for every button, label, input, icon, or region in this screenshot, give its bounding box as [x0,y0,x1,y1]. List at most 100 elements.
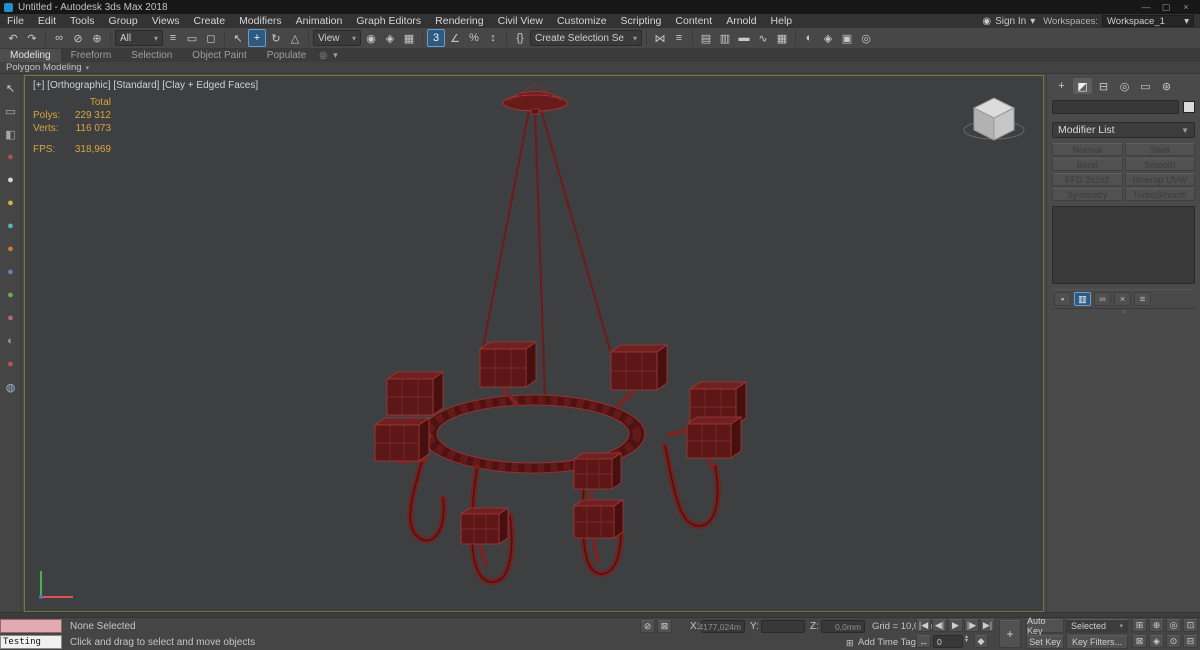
tab-modeling[interactable]: Modeling [0,49,61,62]
pin-stack-icon[interactable]: ▪ [1054,292,1071,306]
go-to-end-button[interactable]: ▶| [980,619,995,632]
y-coordinate-field[interactable] [761,620,805,633]
select-by-name-icon[interactable]: ≡ [164,29,182,47]
key-mode-dropdown[interactable]: Selected ▾ [1066,619,1128,633]
isolate-selection-icon[interactable]: ⊘ [640,620,655,633]
zoom-icon[interactable]: ⊞ [1132,619,1147,632]
selection-lock-icon[interactable]: ⊠ [657,620,672,633]
set-key-button[interactable]: Set Key [1026,635,1064,649]
remove-modifier-icon[interactable]: × [1114,292,1131,306]
menu-views[interactable]: Views [145,14,187,28]
sign-in-button[interactable]: ◉ Sign In ▾ [974,16,1043,27]
tab-selection[interactable]: Selection [121,49,182,62]
pan-icon[interactable]: ⊠ [1132,635,1147,648]
x-coordinate-field[interactable]: 4177,024m [698,620,745,633]
menu-edit[interactable]: Edit [31,14,63,28]
object-color-swatch[interactable] [1183,101,1195,113]
select-and-move-icon[interactable]: + [248,29,266,47]
menu-arnold[interactable]: Arnold [719,14,763,28]
left-tool-3-icon[interactable]: ● [3,149,19,165]
show-end-result-icon[interactable]: ▥ [1074,292,1091,306]
maxscript-macro-recorder-field[interactable] [0,619,62,633]
zoom-extents-icon[interactable]: ◎ [1166,619,1181,632]
modifier-button-turbosmooth[interactable]: TurboSmooth [1124,188,1195,201]
frame-spin-down-icon[interactable]: ▾ [965,638,968,644]
auto-key-button[interactable]: Auto Key [1026,616,1064,636]
menu-animation[interactable]: Animation [289,14,350,28]
rendered-frame-window-icon[interactable]: ▣ [838,29,856,47]
left-tool-11-icon[interactable]: ◐ [3,333,19,349]
field-of-view-icon[interactable]: ⊡ [1183,619,1198,632]
maximize-button[interactable]: ▢ [1156,2,1176,13]
key-mode-toggle-icon[interactable]: ◆ [974,635,988,648]
curve-editor-icon[interactable]: ∿ [754,29,772,47]
toggle-scene-explorer-icon[interactable]: ▤ [697,29,715,47]
left-tool-6-icon[interactable]: ● [3,218,19,234]
toggle-ribbon-icon[interactable]: ▬ [735,29,753,47]
modifier-button-unwrap-uvw[interactable]: Unwrap UVW [1124,173,1195,186]
material-editor-icon[interactable]: ◐ [800,29,818,47]
viewport-label[interactable]: [+] [Orthographic] [Standard] [Clay + Ed… [33,80,258,91]
select-and-rotate-icon[interactable]: ↻ [267,29,285,47]
tab-freeform[interactable]: Freeform [61,49,122,62]
maximize-viewport-toggle-icon[interactable]: ⊟ [1183,635,1198,648]
next-frame-button[interactable]: |▶ [964,619,979,632]
left-tool-1-icon[interactable]: ▭ [3,103,19,119]
modifier-button-normal[interactable]: Normal [1052,143,1123,156]
polygon-modeling-panel[interactable]: Polygon Modeling [6,62,82,73]
select-object-icon[interactable]: ↖ [229,29,247,47]
modifier-stack-list[interactable] [1052,206,1195,284]
ribbon-minimize-icon[interactable]: ▾ [330,49,341,62]
time-configuration-icon[interactable]: ↔ [916,635,931,648]
ribbon-pin-icon[interactable]: ◎ [316,49,330,62]
modifier-list-dropdown[interactable]: Modifier List ▼ [1052,122,1195,138]
use-pivot-point-center-icon[interactable]: ◉ [362,29,380,47]
menu-graph-editors[interactable]: Graph Editors [349,14,428,28]
mirror-icon[interactable]: ⋈ [651,29,669,47]
zoom-region-icon[interactable]: ⊙ [1166,635,1181,648]
menu-customize[interactable]: Customize [550,14,614,28]
hierarchy-tab-icon[interactable]: ⊟ [1094,78,1113,94]
add-time-tag[interactable]: Add Time Tag [858,636,916,650]
left-tool-7-icon[interactable]: ● [3,241,19,257]
render-production-icon[interactable]: ◎ [857,29,875,47]
redo-icon[interactable]: ↷ [23,29,41,47]
reference-coordinate-dropdown[interactable]: View ▾ [313,30,361,46]
play-button[interactable]: ▶ [948,619,963,632]
bind-to-space-warp-icon[interactable]: ⊕ [88,29,106,47]
snaps-toggle-icon[interactable]: 3 [427,29,445,47]
select-and-link-icon[interactable]: ∞ [50,29,68,47]
left-tool-10-icon[interactable]: ● [3,310,19,326]
menu-create[interactable]: Create [187,14,233,28]
workspace-select[interactable]: Workspace_1 ▾ [1102,15,1194,27]
configure-modifier-sets-icon[interactable]: ≡ [1134,292,1151,306]
undo-icon[interactable]: ↶ [4,29,22,47]
minimize-button[interactable]: — [1136,2,1156,13]
window-crossing-icon[interactable]: ◻ [202,29,220,47]
select-and-manipulate-icon[interactable]: ◈ [381,29,399,47]
select-cursor-icon[interactable]: ↖ [3,80,19,96]
keyboard-shortcut-override-toggle[interactable]: + [999,620,1021,648]
named-selection-set-combo[interactable]: Create Selection Se ▾ [530,30,642,46]
left-tool-9-icon[interactable]: ● [3,287,19,303]
tab-object-paint[interactable]: Object Paint [182,49,256,62]
menu-help[interactable]: Help [764,14,800,28]
display-tab-icon[interactable]: ▭ [1136,78,1155,94]
go-to-start-button[interactable]: |◀ [916,619,931,632]
viewport[interactable]: [+] [Orthographic] [Standard] [Clay + Ed… [24,75,1044,612]
view-cube[interactable] [959,86,1029,146]
modifier-button-bend[interactable]: Bend [1052,158,1123,171]
edit-named-selection-sets-icon[interactable]: {} [511,29,529,47]
left-tool-12-icon[interactable]: ● [3,356,19,372]
angle-snap-icon[interactable]: ∠ [446,29,464,47]
modifier-button-symmetry[interactable]: Symmetry [1052,188,1123,201]
spinner-snap-icon[interactable]: ↕ [484,29,502,47]
left-tool-4-icon[interactable]: ● [3,172,19,188]
percent-snap-icon[interactable]: % [465,29,483,47]
select-and-scale-icon[interactable]: △ [286,29,304,47]
menu-scripting[interactable]: Scripting [614,14,669,28]
create-tab-icon[interactable]: + [1052,78,1071,94]
orbit-icon[interactable]: ◈ [1149,635,1164,648]
close-button[interactable]: × [1176,2,1196,13]
previous-frame-button[interactable]: ◀| [932,619,947,632]
